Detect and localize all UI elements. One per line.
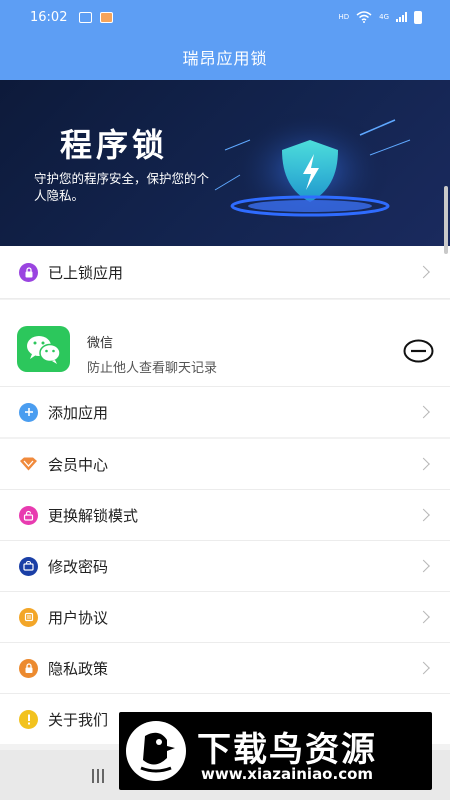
add-icon (19, 402, 38, 422)
gallery-notification-icon (79, 11, 93, 23)
document-icon (19, 607, 38, 627)
menu-item-label: 用户协议 (48, 608, 109, 627)
chevron-right-icon (417, 508, 430, 522)
menu-item-label: 修改密码 (48, 557, 109, 576)
menu-item-vip-center[interactable]: 会员中心 (0, 439, 450, 489)
remove-lock-button[interactable] (403, 339, 434, 363)
chevron-right-icon (417, 265, 430, 279)
status-time: 16:02 (30, 9, 68, 25)
app-notification-icon (100, 11, 114, 23)
bird-logo-icon (126, 721, 186, 781)
locked-apps-row[interactable]: 已上锁应用 (0, 246, 450, 298)
scrollbar[interactable] (444, 186, 448, 254)
chevron-right-icon (417, 559, 430, 573)
watermark: 下载鸟资源 www.xiazainiao.com (119, 712, 432, 790)
chevron-right-icon (417, 405, 430, 419)
locked-apps-label: 已上锁应用 (48, 263, 124, 282)
add-app-row[interactable]: 添加应用 (0, 387, 450, 437)
status-bar: 16:02 HD 4G (0, 0, 450, 34)
divider (0, 298, 450, 299)
page-title: 瑞昂应用锁 (182, 49, 268, 68)
info-icon (19, 709, 38, 729)
title-bar: 瑞昂应用锁 (0, 34, 450, 80)
menu-item-user-agreement[interactable]: 用户协议 (0, 592, 450, 642)
menu-item-label: 更换解锁模式 (48, 506, 139, 525)
menu-item-label: 关于我们 (48, 710, 109, 729)
signal-icon (396, 12, 407, 22)
lock-icon (19, 262, 38, 282)
diamond-icon (19, 455, 38, 474)
menu-item-label: 会员中心 (48, 455, 109, 474)
menu-item-privacy-policy[interactable]: 隐私政策 (0, 643, 450, 693)
promo-banner: 程序锁 守护您的程序安全，保护您的个人隐私。 (0, 80, 450, 246)
watermark-url: www.xiazainiao.com (201, 765, 374, 783)
watermark-title: 下载鸟资源 (197, 730, 377, 770)
banner-subtitle: 守护您的程序安全，保护您的个人隐私。 (34, 171, 210, 203)
cellular-label: 4G (379, 13, 389, 21)
chevron-right-icon (417, 661, 430, 675)
shield-illustration-icon (214, 110, 411, 230)
recent-apps-button[interactable] (92, 769, 104, 783)
menu-item-change-unlock-mode[interactable]: 更换解锁模式 (0, 490, 450, 540)
chevron-right-icon (417, 610, 430, 624)
locked-app-item: 微信 防止他人查看聊天记录 (0, 300, 450, 386)
wifi-icon (356, 11, 372, 23)
password-icon (19, 556, 38, 576)
chevron-right-icon (417, 457, 430, 471)
menu-item-label: 隐私政策 (48, 659, 109, 678)
menu-item-change-password[interactable]: 修改密码 (0, 541, 450, 591)
locked-app-description: 防止他人查看聊天记录 (87, 361, 218, 376)
add-app-label: 添加应用 (48, 403, 109, 422)
locked-app-name: 微信 (87, 336, 114, 351)
unlock-icon (19, 505, 38, 525)
banner-title: 程序锁 (60, 126, 169, 164)
battery-icon (414, 10, 422, 24)
wechat-app-icon (17, 326, 70, 372)
hd-label: HD (338, 13, 350, 21)
privacy-icon (19, 658, 38, 678)
